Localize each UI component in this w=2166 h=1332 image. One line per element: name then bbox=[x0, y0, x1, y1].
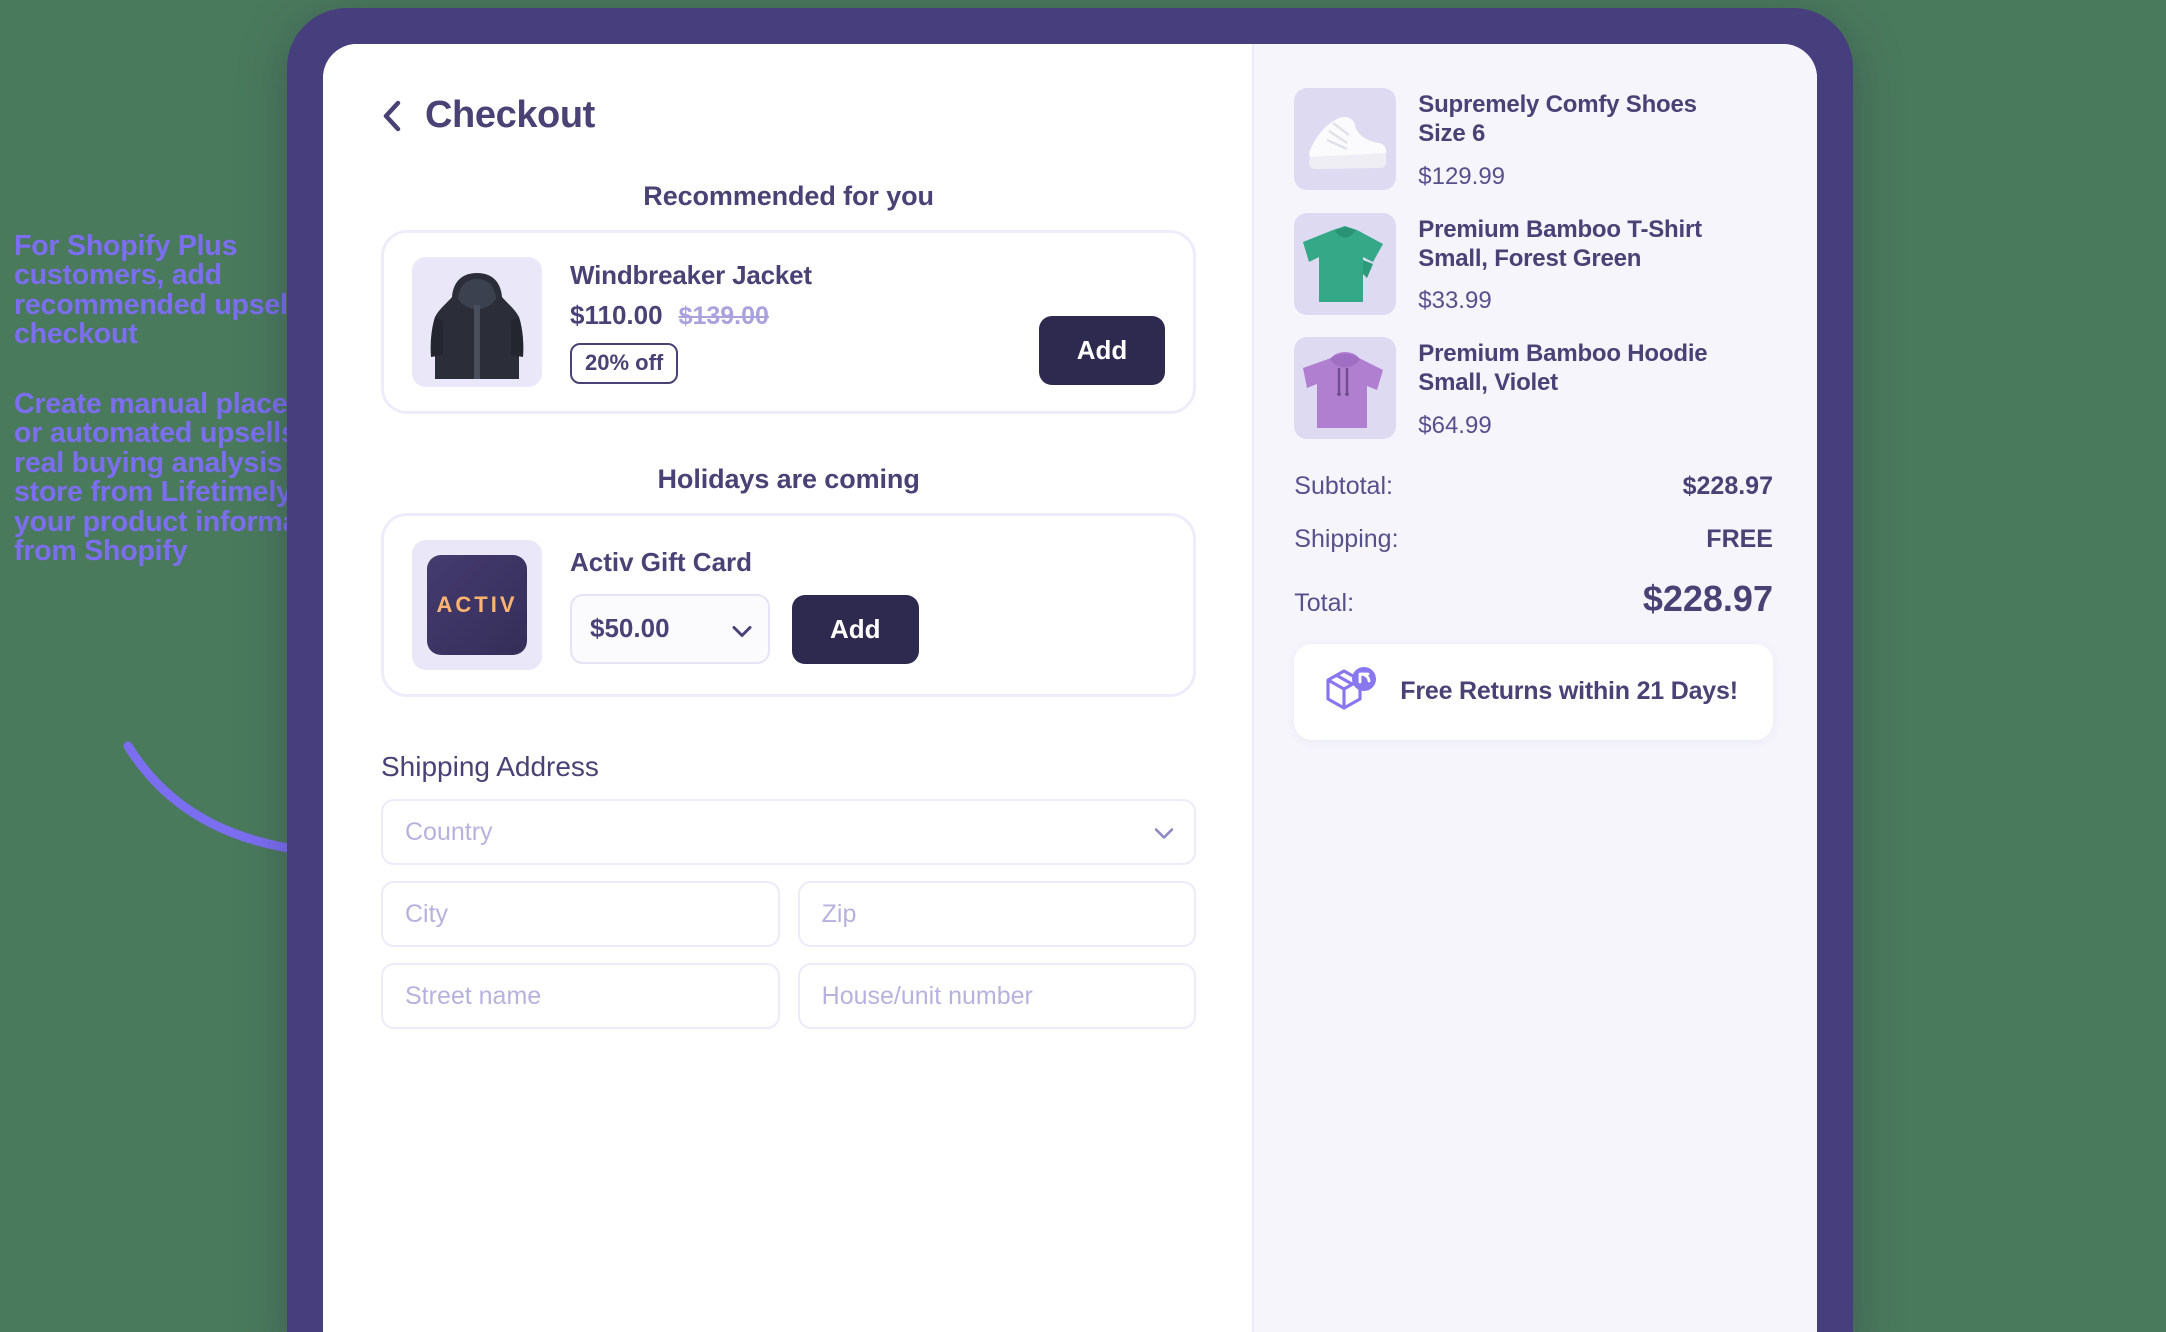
gift-card-details: Activ Gift Card $50.00 Add bbox=[570, 547, 1165, 664]
city-input[interactable]: City bbox=[381, 881, 780, 947]
violet-hoodie-image bbox=[1294, 337, 1397, 440]
cart-item: Premium Bamboo T-Shirt Small, Forest Gre… bbox=[1294, 212, 1773, 316]
free-returns-text: Free Returns within 21 Days! bbox=[1400, 677, 1738, 706]
chevron-left-icon[interactable] bbox=[381, 99, 403, 133]
upsell-card-gift: ACTIV Activ Gift Card $50.00 Add bbox=[381, 513, 1197, 697]
subtotal-label: Subtotal: bbox=[1294, 471, 1393, 500]
subtotal-value: $228.97 bbox=[1682, 471, 1773, 500]
page-title: Checkout bbox=[425, 94, 595, 136]
cart-item-price: $64.99 bbox=[1418, 411, 1492, 439]
country-placeholder: Country bbox=[405, 817, 493, 846]
shipping-label: Shipping: bbox=[1294, 524, 1399, 553]
chevron-down-icon bbox=[1154, 818, 1174, 847]
subtotal-row: Subtotal: $228.97 bbox=[1294, 472, 1773, 501]
total-label: Total: bbox=[1294, 588, 1355, 617]
jacket-name: Windbreaker Jacket bbox=[570, 260, 812, 290]
gift-amount-value: $50.00 bbox=[590, 613, 670, 643]
activ-logo: ACTIV bbox=[427, 555, 527, 655]
cart-item: Premium Bamboo Hoodie Small, Violet $64.… bbox=[1294, 337, 1773, 440]
jacket-price-row: $110.00 $139.00 bbox=[570, 300, 1011, 331]
cart-item-name: Premium Bamboo Hoodie Small, Violet bbox=[1418, 340, 1708, 397]
cart-item-price: $129.99 bbox=[1418, 162, 1506, 190]
white-sneakers-image bbox=[1294, 88, 1397, 190]
gift-amount-select[interactable]: $50.00 bbox=[570, 593, 770, 664]
free-returns-banner: Free Returns within 21 Days! bbox=[1294, 643, 1773, 740]
gift-card-controls: $50.00 Add bbox=[570, 593, 1165, 664]
cart-item-name: Premium Bamboo T-Shirt Small, Forest Gre… bbox=[1418, 215, 1702, 272]
order-summary-pane: Supremely Comfy Shoes Size 6 $129.99 Pre… bbox=[1252, 44, 1817, 1332]
app-screen: Checkout Recommended for you Windbreaker… bbox=[323, 44, 1817, 1332]
add-gift-card-button[interactable]: Add bbox=[792, 594, 919, 664]
screenshot-root: For Shopify Plus customers, add recommen… bbox=[0, 0, 2166, 1332]
zip-placeholder: Zip bbox=[821, 899, 857, 928]
green-tshirt-image bbox=[1294, 212, 1397, 315]
jacket-price: $110.00 bbox=[570, 300, 663, 330]
shipping-value: FREE bbox=[1706, 524, 1773, 553]
windbreaker-jacket-image bbox=[412, 257, 542, 387]
jacket-discount-badge: 20% off bbox=[570, 343, 679, 384]
add-jacket-button[interactable]: Add bbox=[1038, 316, 1166, 385]
gift-card-name: Activ Gift Card bbox=[570, 546, 753, 577]
device-frame: Checkout Recommended for you Windbreaker… bbox=[287, 8, 1853, 1332]
zip-input[interactable]: Zip bbox=[797, 881, 1197, 947]
package-return-icon bbox=[1322, 663, 1380, 720]
checkout-header: Checkout bbox=[381, 94, 1196, 137]
house-placeholder: House/unit number bbox=[821, 981, 1033, 1010]
activ-gift-card-image: ACTIV bbox=[412, 540, 542, 670]
upsell-card-jacket: Windbreaker Jacket $110.00 $139.00 20% o… bbox=[381, 230, 1197, 414]
jacket-details: Windbreaker Jacket $110.00 $139.00 20% o… bbox=[570, 260, 1011, 384]
street-house-row: Street name House/unit number bbox=[381, 963, 1197, 1029]
cart-item-name: Supremely Comfy Shoes Size 6 bbox=[1418, 91, 1697, 148]
cart-item-info: Supremely Comfy Shoes Size 6 $129.99 bbox=[1418, 88, 1773, 191]
street-placeholder: Street name bbox=[405, 981, 542, 1010]
city-placeholder: City bbox=[405, 899, 449, 928]
chevron-down-icon bbox=[732, 613, 752, 644]
holidays-heading: Holidays are coming bbox=[657, 464, 920, 494]
cart-item: Supremely Comfy Shoes Size 6 $129.99 bbox=[1294, 88, 1773, 191]
shipping-row: Shipping: FREE bbox=[1294, 525, 1773, 554]
order-totals: Subtotal: $228.97 Shipping: FREE Total: … bbox=[1294, 472, 1773, 620]
jacket-compare-price: $139.00 bbox=[678, 302, 769, 330]
country-select[interactable]: Country bbox=[381, 799, 1197, 865]
house-input[interactable]: House/unit number bbox=[797, 963, 1197, 1029]
total-row: Total: $228.97 bbox=[1294, 578, 1773, 620]
checkout-pane: Checkout Recommended for you Windbreaker… bbox=[323, 44, 1253, 1332]
total-value: $228.97 bbox=[1642, 577, 1773, 619]
city-zip-row: City Zip bbox=[381, 881, 1197, 947]
cart-item-info: Premium Bamboo Hoodie Small, Violet $64.… bbox=[1418, 337, 1773, 440]
shipping-address-title: Shipping Address bbox=[381, 751, 599, 782]
recommended-heading: Recommended for you bbox=[643, 181, 934, 211]
cart-item-price: $33.99 bbox=[1418, 287, 1492, 315]
cart-item-info: Premium Bamboo T-Shirt Small, Forest Gre… bbox=[1418, 213, 1773, 316]
street-input[interactable]: Street name bbox=[381, 963, 780, 1029]
